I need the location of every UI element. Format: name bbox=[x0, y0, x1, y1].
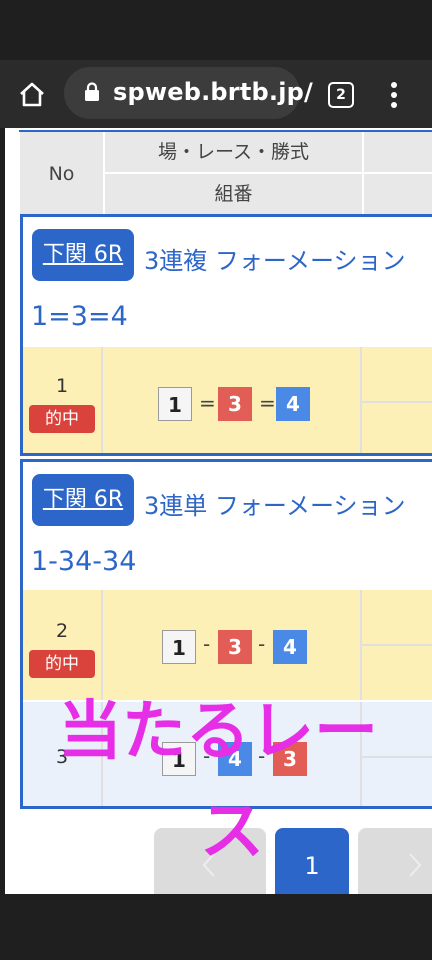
race-card: 下関 6R 3連複 フォーメーション 1=3=4 1 的中 1 = 3 = 4 bbox=[20, 214, 432, 456]
separator: - bbox=[258, 632, 266, 656]
separator: - bbox=[203, 632, 211, 656]
column-divider bbox=[101, 347, 103, 453]
navigation-bar bbox=[0, 894, 432, 960]
table-header-extra bbox=[364, 132, 432, 172]
header-top-border bbox=[19, 130, 432, 132]
row-number: 1 bbox=[55, 375, 69, 397]
boat-number-3: 3 bbox=[218, 630, 252, 664]
bet-type-title: 3連単 フォーメーション bbox=[144, 492, 406, 520]
boat-number-4: 4 bbox=[273, 630, 307, 664]
pager-next-button[interactable] bbox=[358, 828, 432, 894]
venue-race-badge[interactable]: 下関 6R bbox=[32, 474, 134, 526]
status-bar bbox=[0, 0, 432, 60]
hit-badge: 的中 bbox=[29, 405, 95, 433]
venue-race-badge[interactable]: 下関 6R bbox=[32, 229, 134, 281]
lock-icon bbox=[85, 82, 99, 101]
bet-type-title: 3連複 フォーメーション bbox=[144, 247, 406, 275]
boat-number-3: 3 bbox=[218, 387, 252, 421]
boat-number-4: 4 bbox=[276, 387, 310, 421]
boat-number-1: 1 bbox=[158, 387, 192, 421]
row-divider bbox=[362, 644, 432, 646]
url-text: spweb.brtb.jp/ bbox=[113, 78, 313, 106]
no-header-label: No bbox=[48, 163, 75, 185]
overlay-caption-line2: ス bbox=[200, 795, 264, 869]
table-row: 1 的中 1 = 3 = 4 bbox=[23, 347, 432, 453]
pager-current-page[interactable]: 1 bbox=[275, 828, 349, 894]
row-number: 2 bbox=[55, 620, 69, 642]
separator: = bbox=[199, 391, 216, 415]
overflow-menu-icon[interactable] bbox=[386, 80, 402, 110]
home-icon[interactable] bbox=[18, 80, 46, 108]
row-divider bbox=[362, 401, 432, 403]
table-header-race: 場・レース・勝式 bbox=[105, 132, 362, 172]
chevron-right-icon bbox=[409, 853, 422, 877]
table-header-combo: 組番 bbox=[105, 174, 362, 214]
boat-number-1: 1 bbox=[162, 630, 196, 664]
overlay-caption-line1: 当たるレー bbox=[58, 695, 378, 769]
table-header-extra-2 bbox=[364, 174, 432, 214]
combination-text: 1=3=4 bbox=[31, 301, 128, 332]
separator: = bbox=[259, 391, 276, 415]
combination-text: 1-34-34 bbox=[31, 546, 137, 577]
tab-switcher-icon[interactable]: 2 bbox=[328, 82, 354, 108]
hit-badge: 的中 bbox=[29, 650, 95, 678]
